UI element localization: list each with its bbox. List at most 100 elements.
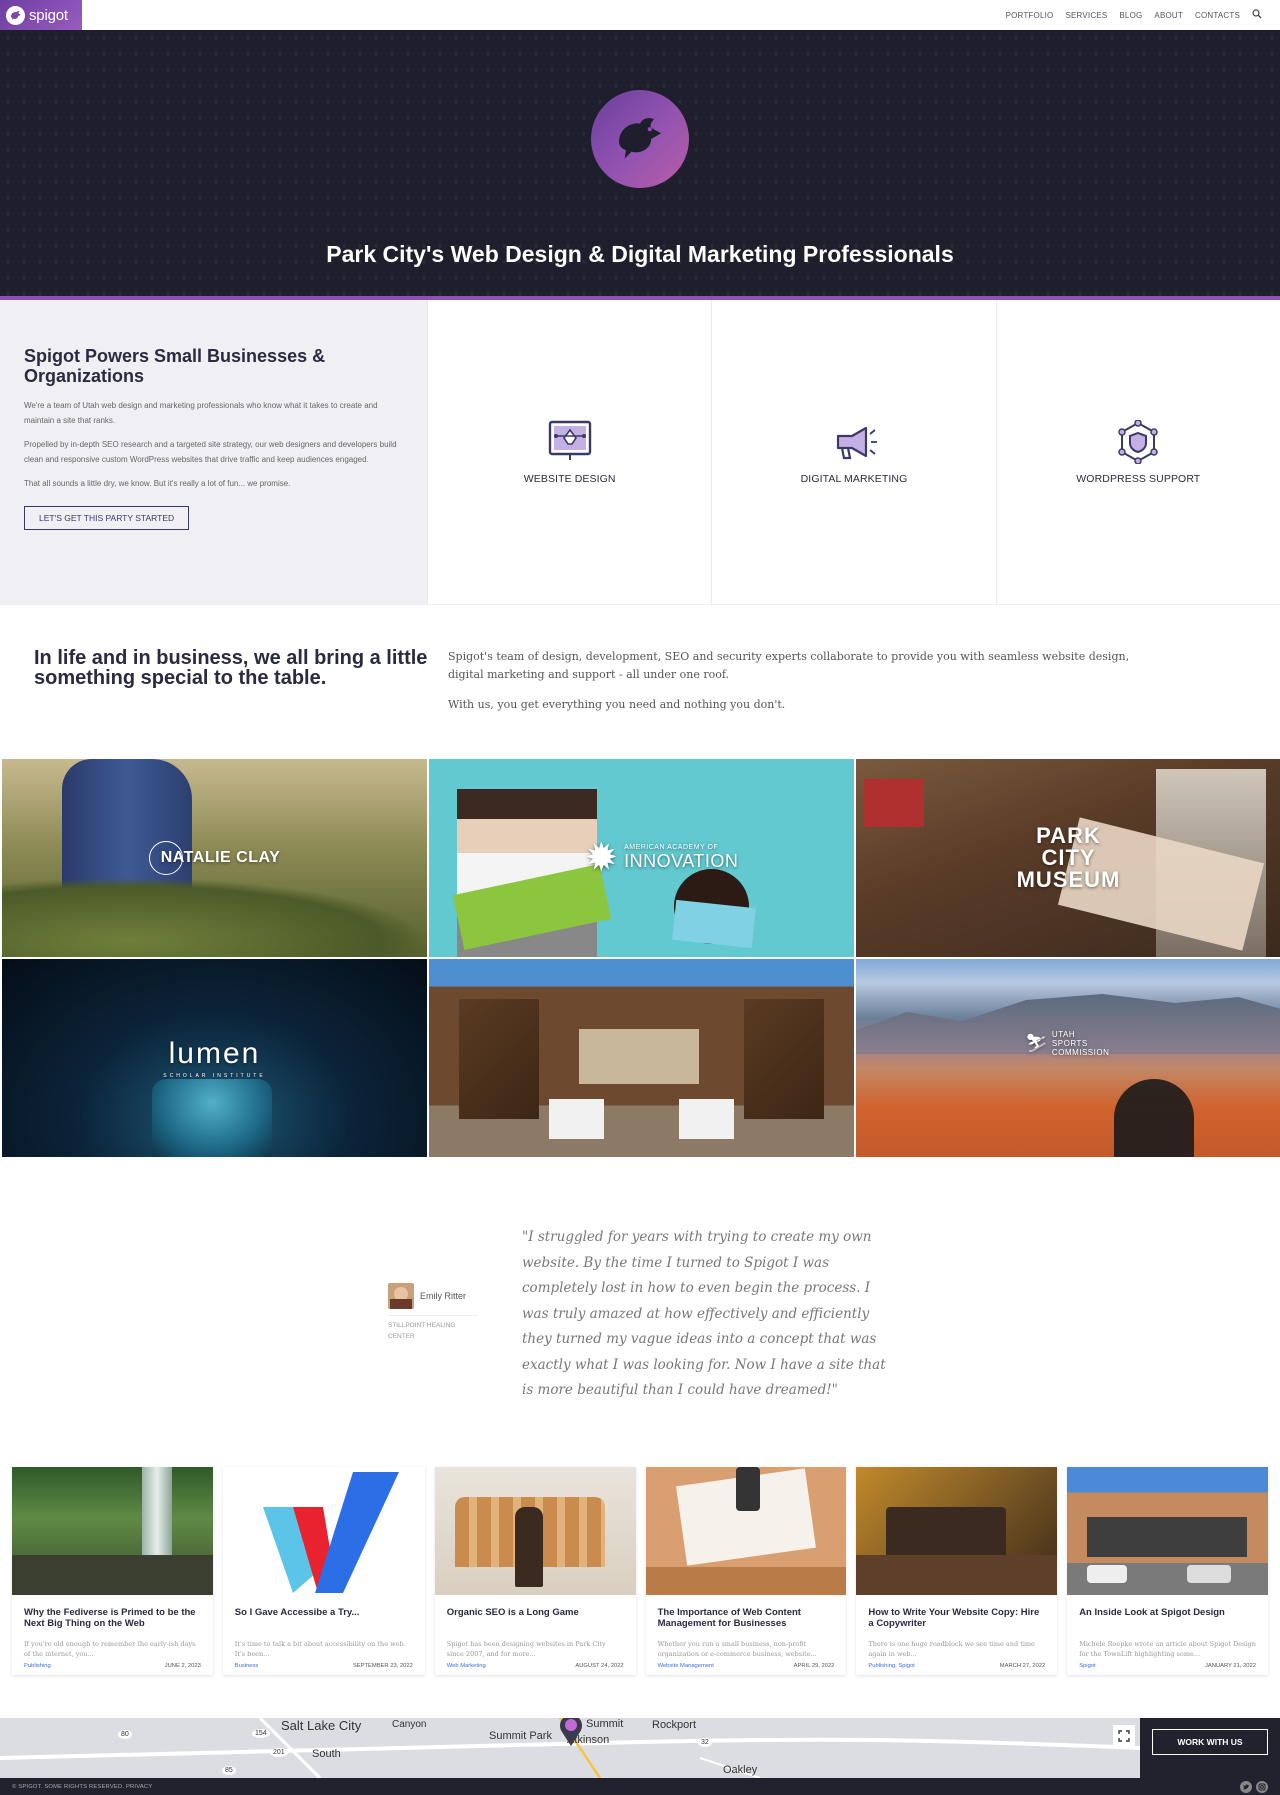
blog-card-category[interactable]: Website Management xyxy=(658,1663,714,1669)
services-paragraph: That all sounds a little dry, we know. B… xyxy=(24,479,291,488)
testimonial-quote: "I struggled for years with trying to cr… xyxy=(522,1229,886,1398)
portfolio-brand: ⛷ UTAH SPORTS COMMISSION xyxy=(1025,1029,1110,1057)
blog-card[interactable]: How to Write Your Website Copy: Hire a C… xyxy=(856,1467,1058,1675)
blog-card-image xyxy=(434,1467,636,1595)
main-nav: PORTFOLIO SERVICES BLOG ABOUT CONTACTS xyxy=(1006,9,1280,21)
testimonial-author: Emily Ritter STILLPOINT HEALING CENTER xyxy=(388,1283,478,1342)
blog-card-image xyxy=(645,1467,847,1595)
blog-card-image xyxy=(12,1467,213,1595)
service-digital-marketing[interactable]: DIGITAL MARKETING xyxy=(711,300,995,604)
blog-card-title: An Inside Look at Spigot Design xyxy=(1079,1607,1225,1618)
blog-card-category[interactable]: Web Marketing xyxy=(447,1663,486,1669)
hero-title: Park City's Web Design & Digital Marketi… xyxy=(326,241,954,267)
nav-services[interactable]: SERVICES xyxy=(1065,11,1107,20)
top-bar: spigot PORTFOLIO SERVICES BLOG ABOUT CON… xyxy=(0,0,1280,30)
service-label: WORDPRESS SUPPORT xyxy=(1076,472,1201,485)
blog-card-excerpt: It's time to talk a bit about accessibil… xyxy=(234,1640,406,1658)
tagline-body: Spigot's team of design, development, SE… xyxy=(448,648,1148,759)
nav-about[interactable]: ABOUT xyxy=(1154,11,1183,20)
megaphone-icon xyxy=(830,420,878,469)
road-shield: 201 xyxy=(270,1748,288,1757)
portfolio-tile-lumen[interactable]: LUMEN SCHOLAR INSTITUTE xyxy=(2,959,427,1157)
work-with-us-panel: WORK WITH US xyxy=(1140,1718,1280,1778)
blog-card-category[interactable]: Spigot xyxy=(1079,1663,1095,1669)
road-shield: 154 xyxy=(252,1729,270,1738)
service-label: WEBSITE DESIGN xyxy=(523,472,616,485)
party-started-button[interactable]: LET'S GET THIS PARTY STARTED xyxy=(24,506,190,530)
map-label: Oakley xyxy=(723,1764,758,1776)
blog-card-image xyxy=(222,1467,425,1595)
blog-card-image xyxy=(856,1467,1058,1595)
blog-card-title: How to Write Your Website Copy: Hire a C… xyxy=(868,1607,1040,1629)
services-paragraph: Propelled by in-depth SEO research and a… xyxy=(24,440,397,464)
hero-logo-icon xyxy=(591,90,689,188)
website-design-icon xyxy=(546,420,594,469)
logo-text: spigot xyxy=(29,6,68,24)
blog-card-category[interactable]: Publishing, Spigot xyxy=(868,1663,914,1669)
portfolio-brand: ✹ AMERICAN ACADEMY OF INNOVATION xyxy=(584,836,739,880)
blog-card-excerpt: Michele Roepke wrote an article about Sp… xyxy=(1079,1640,1256,1658)
map-label: Salt Lake City xyxy=(281,1718,362,1733)
map-label: Summit Park xyxy=(489,1730,552,1742)
blog-card-date: AUGUST 24, 2022 xyxy=(575,1663,624,1669)
portfolio-brand: PARK CITY MUSEUM xyxy=(1016,823,1121,892)
search-icon[interactable] xyxy=(1252,9,1262,21)
blog-card-title: Why the Fediverse is Primed to be the Ne… xyxy=(24,1607,196,1629)
blog-card-image xyxy=(1067,1467,1268,1595)
map-label: South xyxy=(312,1748,341,1760)
blog-card-date: JUNE 2, 2023 xyxy=(164,1663,201,1669)
blog-card[interactable]: So I Gave Accessibe a Try... It's time t… xyxy=(222,1467,425,1675)
services-heading: Spigot Powers Small Businesses & Organiz… xyxy=(24,346,326,386)
portfolio-tile-utah-sports[interactable]: ⛷ UTAH SPORTS COMMISSION xyxy=(856,959,1280,1157)
services-paragraph: We're a team of Utah web design and mark… xyxy=(24,401,378,425)
blog-card-date: MARCH 27, 2022 xyxy=(999,1663,1046,1669)
nav-portfolio[interactable]: PORTFOLIO xyxy=(1006,11,1054,20)
blog-card-category[interactable]: Publishing xyxy=(24,1663,51,1669)
service-website-design[interactable]: WEBSITE DESIGN xyxy=(427,300,711,604)
testimonial-section: Emily Ritter STILLPOINT HEALING CENTER "… xyxy=(0,1157,1280,1467)
portfolio-brand: LUMEN SCHOLAR INSTITUTE xyxy=(163,1037,266,1079)
avatar xyxy=(388,1283,414,1309)
instagram-icon[interactable] xyxy=(1256,1780,1268,1793)
map-pin-icon[interactable] xyxy=(558,1718,584,1753)
portfolio-tile-barn[interactable] xyxy=(429,959,854,1157)
blog-card-excerpt: Spigot has been designing websites in Pa… xyxy=(446,1640,606,1658)
blog-card-date: APRIL 29, 2022 xyxy=(793,1663,835,1669)
blog-card-title: Organic SEO is a Long Game xyxy=(446,1607,579,1618)
shield-network-icon xyxy=(1114,418,1162,469)
service-wordpress-support[interactable]: WORDPRESS SUPPORT xyxy=(995,300,1280,604)
blog-card-category[interactable]: Business xyxy=(235,1663,259,1669)
tagline-paragraph: Spigot's team of design, development, SE… xyxy=(448,650,1130,681)
portfolio-tile-american-academy[interactable]: ✹ AMERICAN ACADEMY OF INNOVATION xyxy=(429,759,854,957)
road-shield: 32 xyxy=(698,1738,712,1747)
blog-card[interactable]: An Inside Look at Spigot Design Michele … xyxy=(1067,1467,1268,1675)
location-map[interactable]: Salt Lake City Canyon Summit Summit Park… xyxy=(0,1718,1280,1778)
services-intro: Spigot Powers Small Businesses & Organiz… xyxy=(0,300,427,604)
portfolio-brand: NATALIE CLAY xyxy=(148,841,280,875)
portfolio-tile-park-city-museum[interactable]: PARK CITY MUSEUM xyxy=(856,759,1280,957)
road-shield: 85 xyxy=(222,1766,236,1775)
blog-card[interactable]: The Importance of Web Content Management… xyxy=(645,1467,847,1675)
nav-blog[interactable]: BLOG xyxy=(1119,11,1142,20)
tagline-paragraph: With us, you get everything you need and… xyxy=(448,698,786,711)
blog-card[interactable]: Organic SEO is a Long Game Spigot has be… xyxy=(434,1467,636,1675)
fullscreen-icon[interactable] xyxy=(1113,1725,1135,1747)
blog-card[interactable]: Why the Fediverse is Primed to be the Ne… xyxy=(12,1467,213,1675)
spigot-logo-icon xyxy=(6,5,25,25)
blog-card-excerpt: Whether you run a small business, non-pr… xyxy=(657,1640,817,1658)
twitter-icon[interactable] xyxy=(1240,1780,1252,1793)
blog-card-excerpt: If you're old enough to remember the ear… xyxy=(24,1640,196,1658)
tagline-section: In life and in business, we all bring a … xyxy=(0,605,1280,759)
portfolio-tile-natalie-clay[interactable]: NATALIE CLAY xyxy=(2,759,427,957)
work-with-us-button[interactable]: WORK WITH US xyxy=(1152,1729,1268,1755)
service-label: DIGITAL MARKETING xyxy=(800,472,908,485)
skier-icon: ⛷ xyxy=(1025,1032,1048,1053)
blog-card-excerpt: There is one huge roadblock we see time … xyxy=(868,1640,1035,1658)
nav-contacts[interactable]: CONTACTS xyxy=(1195,11,1240,20)
services-section: Spigot Powers Small Businesses & Organiz… xyxy=(0,300,1280,605)
blog-card-date: SEPTEMBER 23, 2022 xyxy=(352,1663,413,1669)
blog-card-title: So I Gave Accessibe a Try... xyxy=(234,1607,360,1618)
blog-card-date: JANUARY 21, 2022 xyxy=(1204,1663,1256,1669)
map-label: Rockport xyxy=(652,1719,697,1731)
logo[interactable]: spigot xyxy=(0,0,82,30)
